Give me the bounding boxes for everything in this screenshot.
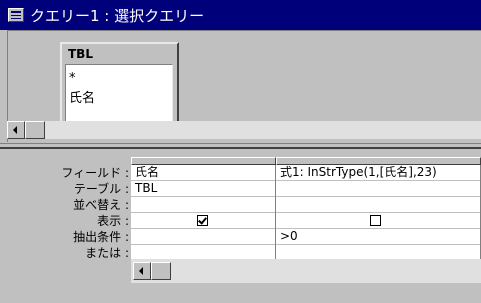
title-bar: クエリー1 : 選択クエリー xyxy=(0,0,481,30)
field-item-all[interactable]: * xyxy=(69,71,76,86)
arrow-left-icon xyxy=(13,126,17,134)
window-title: クエリー1 : 選択クエリー xyxy=(30,7,205,25)
query-icon[interactable] xyxy=(8,8,24,22)
criteria-cell[interactable]: >0 xyxy=(276,229,480,245)
sort-cell[interactable] xyxy=(276,197,480,213)
table-cell[interactable] xyxy=(276,181,480,197)
field-cell[interactable]: 式1: InStrType(1,[氏名],23) xyxy=(276,165,480,181)
row-label-table: テーブル : xyxy=(73,182,129,196)
column-selector-2[interactable] xyxy=(276,157,481,165)
grid-bottom-area xyxy=(131,283,481,303)
grid-horizontal-scrollbar[interactable] xyxy=(131,259,481,283)
table-cell[interactable]: TBL xyxy=(131,181,275,197)
table-name: TBL xyxy=(68,47,93,61)
row-label-show: 表示 : xyxy=(97,214,129,228)
pane-splitter[interactable] xyxy=(0,143,481,149)
show-checkbox[interactable] xyxy=(197,215,208,226)
table-pane-horizontal-scrollbar[interactable] xyxy=(7,121,481,139)
column-selector-1[interactable] xyxy=(131,157,276,165)
show-cell xyxy=(131,213,275,229)
scroll-thumb[interactable] xyxy=(151,262,171,280)
row-label-field: フィールド : xyxy=(61,166,129,180)
scroll-thumb[interactable] xyxy=(25,121,45,139)
arrow-left-icon xyxy=(139,267,143,275)
scroll-left-button[interactable] xyxy=(133,262,151,280)
criteria-cell[interactable] xyxy=(131,229,275,245)
field-item-name[interactable]: 氏名 xyxy=(69,87,95,106)
grid-column-1: 氏名 TBL xyxy=(131,165,276,261)
sort-cell[interactable] xyxy=(131,197,275,213)
show-cell xyxy=(276,213,480,229)
row-label-or: または : xyxy=(85,246,129,260)
grid-column-2: 式1: InStrType(1,[氏名],23) >0 xyxy=(276,165,481,261)
show-checkbox[interactable] xyxy=(370,215,381,226)
field-cell[interactable]: 氏名 xyxy=(131,165,275,181)
scroll-left-button[interactable] xyxy=(7,121,25,139)
row-label-criteria: 抽出条件 : xyxy=(73,230,129,244)
checkmark-icon xyxy=(198,215,207,225)
row-label-sort: 並べ替え : xyxy=(73,198,129,212)
